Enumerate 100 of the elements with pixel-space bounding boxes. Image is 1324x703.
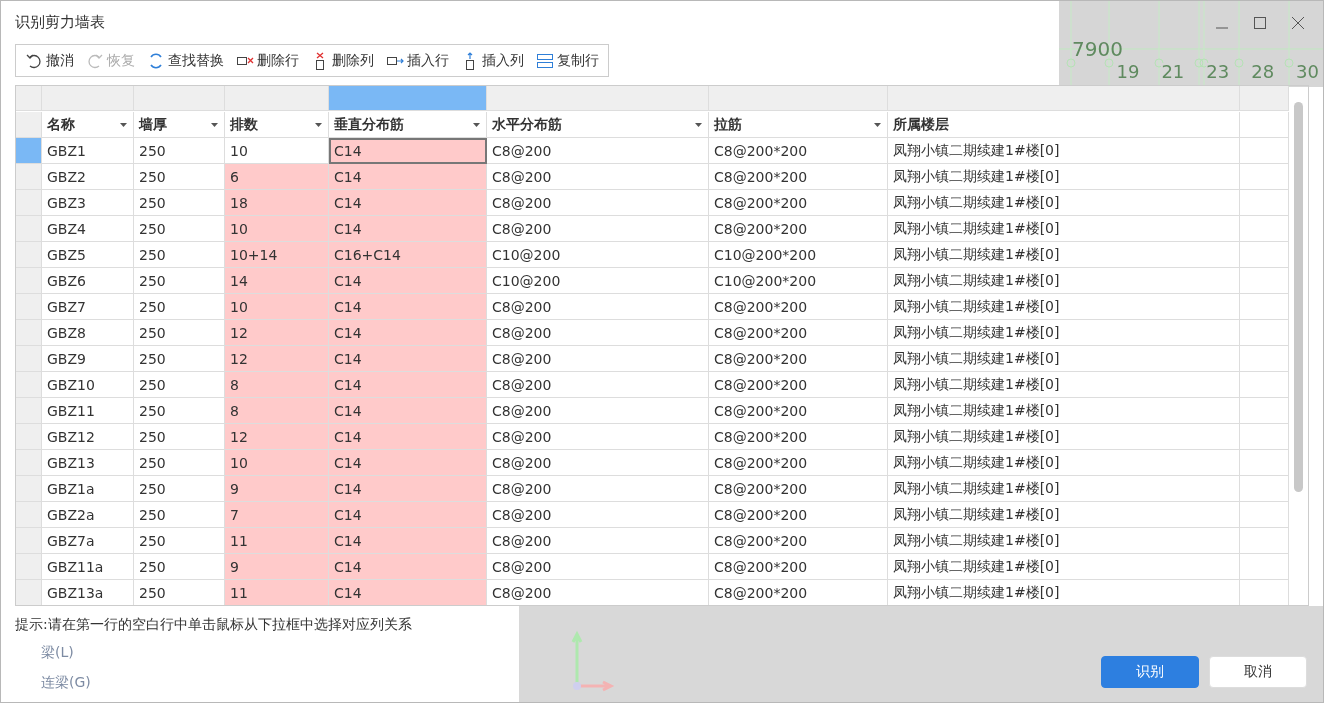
table-cell: 12 bbox=[225, 320, 329, 347]
row-header[interactable] bbox=[16, 528, 42, 555]
toolbar-button[interactable]: 撤消 bbox=[20, 49, 79, 72]
empty-cell bbox=[1240, 138, 1289, 165]
table-cell: C8@200*200 bbox=[709, 294, 888, 321]
empty-cell bbox=[1240, 190, 1289, 217]
table-cell: 凤翔小镇二期续建1#楼[0] bbox=[888, 476, 1240, 503]
table-cell: C8@200 bbox=[487, 476, 709, 503]
column-selector[interactable] bbox=[487, 86, 709, 112]
row-header[interactable] bbox=[16, 398, 42, 425]
toolbar-button[interactable]: 查找替换 bbox=[142, 49, 229, 72]
table-cell: C14 bbox=[329, 164, 487, 191]
table-cell: GBZ8 bbox=[42, 320, 134, 347]
empty-cell bbox=[1240, 476, 1289, 503]
dropdown-icon[interactable] bbox=[695, 122, 702, 127]
column-header[interactable]: 所属楼层 bbox=[888, 112, 1240, 139]
row-header[interactable] bbox=[16, 320, 42, 347]
row-header[interactable] bbox=[16, 372, 42, 399]
row-header[interactable] bbox=[16, 216, 42, 243]
column-header[interactable]: 名称 bbox=[42, 112, 134, 139]
table-cell: C8@200*200 bbox=[709, 190, 888, 217]
row-header[interactable] bbox=[16, 580, 42, 605]
row-header[interactable] bbox=[16, 346, 42, 373]
column-selector[interactable] bbox=[1240, 86, 1289, 112]
toolbar-button[interactable]: 删除列 bbox=[306, 49, 379, 72]
table-cell: GBZ3 bbox=[42, 190, 134, 217]
dropdown-icon[interactable] bbox=[211, 122, 218, 127]
table-cell: C14 bbox=[329, 398, 487, 425]
table-cell: C8@200*200 bbox=[709, 450, 888, 477]
column-selector[interactable] bbox=[888, 86, 1240, 112]
table-cell: C14 bbox=[329, 476, 487, 503]
close-icon[interactable] bbox=[1291, 15, 1305, 30]
column-header[interactable]: 水平分布筋 bbox=[487, 112, 709, 139]
column-header[interactable]: 拉筋 bbox=[709, 112, 888, 139]
table-cell: C10@200 bbox=[487, 242, 709, 269]
row-header[interactable] bbox=[16, 268, 42, 295]
table-cell: C14 bbox=[329, 450, 487, 477]
table-cell: C8@200*200 bbox=[709, 320, 888, 347]
table-cell: 11 bbox=[225, 528, 329, 555]
table-cell: C8@200 bbox=[487, 164, 709, 191]
dimension-label: 7900 bbox=[1072, 39, 1123, 59]
table-cell: GBZ4 bbox=[42, 216, 134, 243]
column-selector[interactable] bbox=[709, 86, 888, 112]
column-selector[interactable] bbox=[42, 86, 134, 112]
table-cell: C8@200 bbox=[487, 424, 709, 451]
table-cell: C8@200*200 bbox=[709, 398, 888, 425]
table-cell: C14 bbox=[329, 502, 487, 529]
empty-cell bbox=[1240, 450, 1289, 477]
maximize-icon[interactable] bbox=[1253, 15, 1267, 30]
empty-cell bbox=[1240, 242, 1289, 269]
table-cell: GBZ10 bbox=[42, 372, 134, 399]
row-header[interactable] bbox=[16, 450, 42, 477]
dropdown-icon[interactable] bbox=[473, 122, 480, 127]
column-header[interactable]: 排数 bbox=[225, 112, 329, 139]
row-header[interactable] bbox=[16, 476, 42, 503]
table-cell: 凤翔小镇二期续建1#楼[0] bbox=[888, 528, 1240, 555]
dropdown-icon[interactable] bbox=[874, 122, 881, 127]
row-header[interactable] bbox=[16, 502, 42, 529]
row-header[interactable] bbox=[16, 424, 42, 451]
table-cell: C8@200 bbox=[487, 138, 709, 165]
table-cell: C8@200*200 bbox=[709, 372, 888, 399]
dropdown-icon[interactable] bbox=[120, 122, 127, 127]
table-cell: 14 bbox=[225, 268, 329, 295]
table-cell: C14 bbox=[329, 268, 487, 295]
row-header[interactable] bbox=[16, 554, 42, 581]
row-header[interactable] bbox=[16, 294, 42, 321]
table-cell: 9 bbox=[225, 554, 329, 581]
column-selector[interactable] bbox=[134, 86, 225, 112]
table-cell: C8@200 bbox=[487, 554, 709, 581]
row-header[interactable] bbox=[16, 164, 42, 191]
table-cell: C8@200 bbox=[487, 294, 709, 321]
table-cell: C14 bbox=[329, 372, 487, 399]
row-header[interactable] bbox=[16, 190, 42, 217]
empty-cell bbox=[1240, 554, 1289, 581]
table-cell: 凤翔小镇二期续建1#楼[0] bbox=[888, 190, 1240, 217]
confirm-button[interactable]: 识别 bbox=[1101, 656, 1199, 688]
table-cell: C8@200 bbox=[487, 450, 709, 477]
toolbar-button[interactable]: 插入列 bbox=[456, 49, 529, 72]
table-cell: C8@200*200 bbox=[709, 164, 888, 191]
table-cell: C8@200 bbox=[487, 346, 709, 373]
column-header[interactable]: 垂直分布筋 bbox=[329, 112, 487, 139]
toolbar-button[interactable]: 插入行 bbox=[381, 49, 454, 72]
column-selector[interactable] bbox=[225, 86, 329, 112]
toolbar-button[interactable]: 删除行 bbox=[231, 49, 304, 72]
table-cell: C14 bbox=[329, 424, 487, 451]
column-selector[interactable] bbox=[329, 86, 487, 112]
column-header[interactable]: 墙厚 bbox=[134, 112, 225, 139]
empty-cell bbox=[1240, 502, 1289, 529]
empty-cell bbox=[1240, 320, 1289, 347]
dropdown-icon[interactable] bbox=[315, 122, 322, 127]
row-header[interactable] bbox=[16, 138, 42, 165]
layer-item: 梁(L) bbox=[41, 644, 75, 662]
cancel-button[interactable]: 取消 bbox=[1209, 656, 1307, 688]
scrollbar[interactable] bbox=[1294, 102, 1303, 493]
table-cell: C14 bbox=[329, 346, 487, 373]
table-cell: GBZ7a bbox=[42, 528, 134, 555]
table-cell: C8@200 bbox=[487, 372, 709, 399]
row-header[interactable] bbox=[16, 242, 42, 269]
toolbar-button[interactable]: 复制行 bbox=[531, 49, 604, 72]
axis-label: 19 bbox=[1116, 63, 1140, 81]
